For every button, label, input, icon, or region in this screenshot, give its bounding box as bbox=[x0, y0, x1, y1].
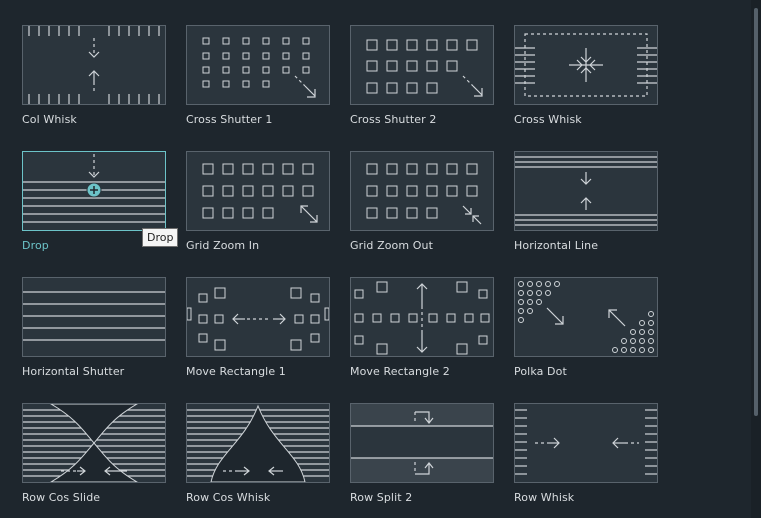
transition-horizontal-shutter[interactable]: Horizontal Shutter bbox=[22, 277, 166, 387]
transition-label: Cross Shutter 1 bbox=[186, 113, 273, 126]
transition-label: Row Whisk bbox=[514, 491, 575, 504]
polka-dot-icon bbox=[514, 277, 658, 357]
cross-whisk-icon bbox=[514, 25, 658, 105]
transition-row-split-2[interactable]: Row Split 2 bbox=[350, 403, 494, 513]
scrollbar-thumb[interactable] bbox=[754, 8, 758, 416]
transition-col-whisk[interactable]: Col Whisk bbox=[22, 25, 166, 135]
transition-row-cos-slide[interactable]: Row Cos Slide bbox=[22, 403, 166, 513]
cross-shutter-1-icon bbox=[186, 25, 330, 105]
vertical-scrollbar[interactable] bbox=[751, 0, 761, 518]
transition-label: Grid Zoom Out bbox=[350, 239, 434, 252]
transition-cross-whisk[interactable]: Cross Whisk bbox=[514, 25, 658, 135]
transition-move-rectangle-2[interactable]: Move Rectangle 2 bbox=[350, 277, 494, 387]
transition-grid-zoom-in[interactable]: Grid Zoom In bbox=[186, 151, 330, 261]
transition-label: Row Split 2 bbox=[350, 491, 413, 504]
transition-row-whisk[interactable]: Row Whisk bbox=[514, 403, 658, 513]
tooltip: Drop bbox=[142, 228, 179, 247]
transition-label: Move Rectangle 1 bbox=[186, 365, 286, 378]
transition-label: Horizontal Shutter bbox=[22, 365, 125, 378]
move-rectangle-1-icon bbox=[186, 277, 330, 357]
cross-shutter-2-icon bbox=[350, 25, 494, 105]
move-rectangle-2-icon bbox=[350, 277, 494, 357]
drop-icon bbox=[22, 151, 166, 231]
transition-horizontal-line[interactable]: Horizontal Line bbox=[514, 151, 658, 261]
horizontal-line-icon bbox=[514, 151, 658, 231]
transition-move-rectangle-1[interactable]: Move Rectangle 1 bbox=[186, 277, 330, 387]
transition-label: Cross Shutter 2 bbox=[350, 113, 437, 126]
row-cos-whisk-icon bbox=[186, 403, 330, 483]
transition-cross-shutter-1[interactable]: Cross Shutter 1 bbox=[186, 25, 330, 135]
row-split-2-icon bbox=[350, 403, 494, 483]
transition-row-cos-whisk[interactable]: Row Cos Whisk bbox=[186, 403, 330, 513]
transition-grid-zoom-out[interactable]: Grid Zoom Out bbox=[350, 151, 494, 261]
col-whisk-icon bbox=[22, 25, 166, 105]
row-whisk-icon bbox=[514, 403, 658, 483]
transition-cross-shutter-2[interactable]: Cross Shutter 2 bbox=[350, 25, 494, 135]
transition-label: Col Whisk bbox=[22, 113, 77, 126]
transition-label: Grid Zoom In bbox=[186, 239, 260, 252]
grid-zoom-in-icon bbox=[186, 151, 330, 231]
transition-polka-dot[interactable]: Polka Dot bbox=[514, 277, 658, 387]
transition-label: Cross Whisk bbox=[514, 113, 582, 126]
grid-zoom-out-icon bbox=[350, 151, 494, 231]
transition-label: Row Cos Whisk bbox=[186, 491, 271, 504]
transition-label: Drop bbox=[22, 239, 49, 252]
transition-label: Horizontal Line bbox=[514, 239, 599, 252]
horizontal-shutter-icon bbox=[22, 277, 166, 357]
transition-label: Polka Dot bbox=[514, 365, 567, 378]
transition-grid: Col Whisk Cross Shutter 1 Cross Shutter … bbox=[0, 0, 761, 518]
transition-label: Move Rectangle 2 bbox=[350, 365, 450, 378]
transition-label: Row Cos Slide bbox=[22, 491, 101, 504]
row-cos-slide-icon bbox=[22, 403, 166, 483]
